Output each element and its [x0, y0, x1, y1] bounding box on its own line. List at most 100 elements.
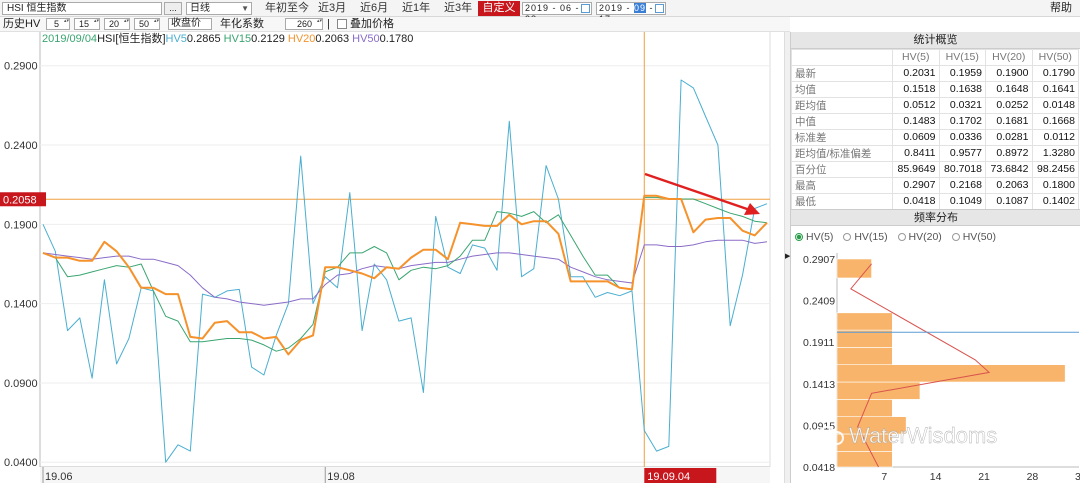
- stats-cell: 0.0609: [892, 128, 940, 146]
- table-row: 均值 0.1518 0.1638 0.1648 0.1641: [791, 80, 1079, 98]
- radio-hv15[interactable]: HV(15): [843, 231, 888, 243]
- period-value: 日线: [190, 3, 210, 14]
- radio-hv50[interactable]: HV(50): [951, 231, 996, 243]
- hist-bar: [836, 451, 893, 468]
- symbol-input[interactable]: HSI 恒生指数: [2, 2, 162, 15]
- hv-window-2-stepper[interactable]: 15: [74, 18, 100, 30]
- stats-cell: 0.1800: [1031, 176, 1079, 194]
- table-row: 最新 0.2031 0.1959 0.1900 0.1790: [791, 64, 1079, 82]
- hist-x-tick-label: 21: [978, 471, 990, 483]
- radio-selected-icon: [795, 233, 803, 241]
- stats-cell: 0.0321: [938, 96, 986, 114]
- stats-cell: 0.1402: [1031, 192, 1079, 210]
- stats-row-label: 距均值: [791, 96, 893, 114]
- hist-bar: [836, 399, 893, 417]
- hist-x-tick-label: 14: [930, 471, 942, 483]
- stats-row-label: 百分位: [791, 160, 893, 178]
- date-from-input[interactable]: 2019 - 06 - 28: [522, 2, 592, 24]
- stats-cell: 80.7018: [938, 160, 986, 178]
- chart-legend: 2019/09/04HSI[恒生指数]HV50.2865 HV150.2129 …: [42, 33, 413, 46]
- x-tick-label: 19.08: [327, 471, 355, 483]
- hist-x-tick-label: 28: [1027, 471, 1039, 483]
- range-1y-button[interactable]: 近1年: [402, 2, 430, 15]
- radio-hv5[interactable]: HV(5): [795, 231, 833, 243]
- stats-cell: 0.2168: [938, 176, 986, 194]
- hist-x-tick-label: 35: [1075, 471, 1080, 483]
- stats-col-header: HV(5): [892, 49, 940, 66]
- stats-cell: 0.1681: [985, 112, 1033, 130]
- overlay-price-checkbox[interactable]: [337, 19, 347, 29]
- hist-y-tick-label: 0.1911: [803, 337, 834, 349]
- table-row: 距均值 0.0512 0.0321 0.0252 0.0148: [791, 96, 1079, 114]
- x-tick-label: 19.06: [45, 471, 73, 483]
- separator: |: [327, 18, 330, 30]
- stats-cell: 0.1087: [985, 192, 1033, 210]
- plot-area: [40, 32, 770, 467]
- date-to-month: 09: [634, 3, 647, 13]
- calendar-icon[interactable]: [581, 4, 590, 13]
- range-3m-button[interactable]: 近3月: [318, 2, 346, 15]
- calendar-icon[interactable]: [655, 4, 664, 13]
- radio-icon: [897, 233, 906, 241]
- y-tick-label: 0.2900: [4, 61, 38, 73]
- y-tick-label: 0.2400: [4, 140, 38, 152]
- hist-y-tick-label: 0.1413: [803, 379, 835, 391]
- stats-cell: 0.2907: [892, 176, 940, 194]
- stats-cell: 0.1959: [938, 64, 986, 82]
- top-toolbar: HSI 恒生指数 ... 日线 ▼ 年初至今 近3月 近6月 近1年 近3年 自定…: [0, 0, 1080, 24]
- legend-hv20-label: HV20: [287, 33, 316, 45]
- legend-hv5-label: HV5: [165, 33, 187, 45]
- freq-title: 频率分布: [791, 209, 1080, 226]
- y-tick-label: 0.1400: [4, 299, 38, 311]
- period-select[interactable]: 日线 ▼: [186, 2, 252, 15]
- hist-y-tick-label: 0.0418: [803, 462, 835, 474]
- radio-label: HV(5): [806, 231, 834, 243]
- legend-hv5-value: 0.2865: [186, 33, 221, 45]
- stats-cell: 0.0418: [892, 192, 940, 210]
- stats-cell: 0.1648: [985, 80, 1033, 98]
- range-6m-button[interactable]: 近6月: [360, 2, 388, 15]
- hv-line-chart[interactable]: 0.2900 0.2400 0.1900 0.1400 0.0900 0.0400 19.0…: [0, 32, 784, 483]
- date-to-input[interactable]: 2019 - 09 - 17: [596, 2, 666, 24]
- radio-icon: [951, 233, 960, 241]
- stats-row-label: 中值: [791, 112, 893, 130]
- radio-hv20[interactable]: HV(20): [897, 231, 942, 243]
- stats-row-label: 标准差: [791, 128, 893, 146]
- help-button[interactable]: 帮助: [1050, 2, 1072, 15]
- stats-cell: 0.1638: [938, 80, 986, 98]
- stats-cell: 0.0112: [1031, 128, 1079, 146]
- range-ytd-button[interactable]: 年初至今: [265, 2, 309, 15]
- range-custom-button[interactable]: 自定义: [478, 1, 520, 16]
- y-tick-label: 0.1900: [4, 219, 38, 231]
- side-panel: 统计概览 HV(5) HV(15) HV(20) HV(50) 最新 0.2031…: [790, 32, 1080, 483]
- crosshair-x-label: 19.09.04: [647, 471, 690, 483]
- hist-x-tick-label: 7: [881, 471, 887, 483]
- stats-row-label: 最新: [791, 64, 893, 82]
- hist-bar: [836, 381, 921, 400]
- range-3y-button[interactable]: 近3年: [444, 2, 472, 15]
- legend-symbol: HSI[恒生指数]: [97, 33, 166, 45]
- stats-row-label: 均值: [791, 80, 893, 98]
- hv-label: 历史HV: [3, 18, 41, 30]
- stats-row-label: 最高: [791, 176, 893, 194]
- symbol-picker-button[interactable]: ...: [164, 2, 182, 15]
- stats-corner: [791, 49, 893, 66]
- hv-window-4-stepper[interactable]: 50: [134, 18, 160, 30]
- radio-label: HV(20): [908, 231, 942, 243]
- stats-cell: 0.0336: [938, 128, 986, 146]
- hv-window-3-stepper[interactable]: 20: [104, 18, 130, 30]
- legend-hv50-label: HV50: [352, 33, 380, 45]
- legend-hv15-value: 0.2129: [251, 33, 285, 45]
- table-row: 最低 0.0418 0.1049 0.1087 0.1402: [791, 192, 1079, 210]
- stats-cell: 0.8972: [985, 144, 1033, 162]
- annual-factor-stepper[interactable]: 260: [285, 18, 323, 30]
- stats-cell: 98.2456: [1031, 160, 1079, 178]
- stats-cell: 0.1668: [1031, 112, 1079, 130]
- hv-window-1-stepper[interactable]: 5: [46, 18, 70, 30]
- date-to-year: 2019 -: [599, 3, 635, 13]
- price-field-select[interactable]: 收盘价: [168, 18, 212, 30]
- hist-y-tick-label: 0.2907: [803, 254, 835, 266]
- legend-date: 2019/09/04: [42, 33, 98, 45]
- frequency-histogram: 0.29070.24090.19110.14130.09150.04187 14 2…: [803, 253, 1080, 483]
- chevron-down-icon: ▼: [241, 4, 249, 13]
